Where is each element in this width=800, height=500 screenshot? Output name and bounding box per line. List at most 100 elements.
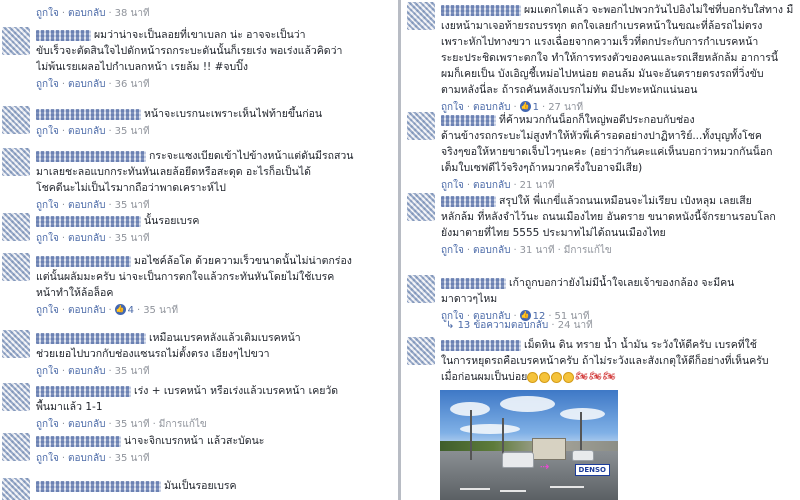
- reply-link[interactable]: ตอบกลับ: [473, 245, 510, 256]
- avatar[interactable]: [2, 383, 30, 411]
- commenter-name-blurred[interactable]: [36, 108, 141, 120]
- reaction-summary[interactable]: 👍 4: [114, 304, 134, 316]
- comment-timestamp[interactable]: 35 นาที: [115, 126, 150, 137]
- comment-timestamp[interactable]: 31 นาที: [520, 245, 555, 256]
- commenter-name-blurred[interactable]: [441, 4, 521, 16]
- like-link[interactable]: ถูกใจ: [441, 245, 464, 256]
- commenter-name-blurred[interactable]: [36, 435, 121, 447]
- dashcam-video-thumbnail[interactable]: ⇢ DENSO: [440, 390, 618, 500]
- avatar[interactable]: [2, 106, 30, 134]
- reply-link[interactable]: ตอบกลับ: [68, 419, 105, 430]
- reply-link[interactable]: ตอบกลับ: [473, 180, 510, 191]
- reply-link[interactable]: ตอบกลับ: [68, 366, 105, 377]
- comment-line: เก้าถูกบอกว่ายังไม่มีน้ำใจเลยเจ้าของกล้อ…: [441, 275, 794, 291]
- commenter-name-blurred[interactable]: [36, 255, 131, 267]
- avatar[interactable]: [2, 330, 30, 358]
- comment-line: หลักล้ม ที่หลังจำไว้นะ ถนนเมืองไทย อันตร…: [441, 209, 794, 225]
- comment-text: มาเลยชะลอแบกกระทันหันเลยล้อยีดหรือสะดุด …: [36, 166, 311, 178]
- comment-line: ระยะประชิดเพราะตกใจ ทำให้การทรงตัวของคนแ…: [441, 50, 794, 66]
- avatar[interactable]: [407, 112, 435, 140]
- comment-actions: ถูกใจ · ตอบกลับ · 31 นาที · มีการแก้ไข: [441, 243, 612, 258]
- comment-line: มาเลยชะลอแบกกระทันหันเลยล้อยีดหรือสะดุด …: [36, 164, 392, 180]
- commenter-name-blurred[interactable]: [36, 480, 161, 492]
- comment-timestamp[interactable]: 36 นาที: [115, 79, 150, 90]
- comment-timestamp[interactable]: 35 นาที: [115, 366, 150, 377]
- like-link[interactable]: ถูกใจ: [36, 453, 59, 464]
- commenter-name-blurred[interactable]: [441, 339, 521, 351]
- like-link[interactable]: ถูกใจ: [36, 8, 59, 19]
- reply-link[interactable]: ตอบกลับ: [68, 200, 105, 211]
- comment-line: มอไซค์ล้อโต ด้วยความเร็วขนาดนั้นไม่น่าตก…: [36, 253, 392, 269]
- left-comment-panel: ถูกใจ · ตอบกลับ · 38 นาที ผมว่าน่าจะเป็นลอยที…: [0, 0, 398, 500]
- laughing-emoji-icon: [539, 371, 551, 383]
- comment-body: เหมือนเบรคหลังแล้วเติมเบรคหน้า ช่วยเยอไปบ…: [36, 330, 392, 362]
- comment-text: เหมือนเบรคหลังแล้วเติมเบรคหน้า: [149, 332, 301, 344]
- reply-link[interactable]: ตอบกลับ: [68, 126, 105, 137]
- avatar[interactable]: [407, 337, 435, 365]
- comment-line: มันเป็นรอยเบรค: [36, 478, 392, 494]
- avatar[interactable]: [2, 27, 30, 55]
- avatar[interactable]: [2, 148, 30, 176]
- comment-text: เม็ดหิน ดิน ทราย น้ำ น้ำมัน ระวังให้ดีคร…: [524, 339, 757, 351]
- view-replies-link[interactable]: ↳ 13 ข้อความตอบกลับ · 24 นาที: [446, 318, 593, 333]
- commenter-name-blurred[interactable]: [36, 150, 146, 162]
- comment-text: หน้าจะเบรกนะเพราะเห็นไฟท้ายขึ้นก่อน: [144, 108, 323, 120]
- reply-link[interactable]: ตอบกลับ: [68, 8, 105, 19]
- avatar[interactable]: [407, 2, 435, 30]
- commenter-name-blurred[interactable]: [441, 277, 506, 289]
- avatar[interactable]: [407, 193, 435, 221]
- avatar[interactable]: [2, 478, 30, 500]
- reply-link[interactable]: ตอบกลับ: [68, 79, 105, 90]
- utility-pole: [470, 410, 472, 460]
- avatar[interactable]: [2, 213, 30, 241]
- commenter-name-blurred[interactable]: [36, 385, 131, 397]
- highlight-arrow-icon: ⇢: [540, 460, 550, 473]
- separator-dot: ·: [61, 419, 66, 430]
- commenter-name-blurred[interactable]: [36, 332, 146, 344]
- comment-text: กระจะแซงเบียดเข้าไปข้างหน้าแต่ดันมีรถสวน: [149, 150, 354, 162]
- comment-timestamp[interactable]: 35 นาที: [115, 233, 150, 244]
- like-link[interactable]: ถูกใจ: [36, 305, 59, 316]
- like-link[interactable]: ถูกใจ: [36, 79, 59, 90]
- avatar[interactable]: [407, 275, 435, 303]
- comment-timestamp[interactable]: 35 นาที: [115, 200, 150, 211]
- comment-line: หน้าทำให้ล้อล็อค: [36, 285, 392, 301]
- commenter-name-blurred[interactable]: [441, 114, 496, 126]
- comment-body: น่าจะจิกเบรกหน้า แล้วสะบัดนะ: [36, 433, 392, 449]
- edited-label[interactable]: มีการแก้ไข: [564, 245, 612, 256]
- separator-dot: ·: [108, 366, 112, 377]
- like-link[interactable]: ถูกใจ: [36, 126, 59, 137]
- comment-line: เร่ง + เบรคหน้า หรือเร่งแล้วเบรคหน้า เคย…: [36, 383, 392, 399]
- replies-count-label[interactable]: 13 ข้อความตอบกลับ: [458, 320, 549, 331]
- edited-label[interactable]: มีการแก้ไข: [159, 419, 207, 430]
- like-link[interactable]: ถูกใจ: [441, 180, 464, 191]
- comment-line: ผมว่าน่าจะเป็นลอยที่เขาเบลก น่ะ อาจจะเป็…: [36, 27, 392, 43]
- like-link[interactable]: ถูกใจ: [36, 366, 59, 377]
- comment-line: เงยหน้ามาเจอท้ายรถบรรทุก ตกใจเลยกำเบรคหน…: [441, 18, 794, 34]
- comment-line: เต็มใบเซฟดีไว้จริงๆถ้าหมวกครึ่งใบอาจมีเส…: [441, 160, 794, 176]
- separator-dot: ·: [108, 453, 112, 464]
- like-link[interactable]: ถูกใจ: [36, 419, 59, 430]
- commenter-name-blurred[interactable]: [36, 215, 141, 227]
- comment-text: ไม่พ้นเรยเผลอไปกำเบลกหน้า เรยล้ม !! #จบป…: [36, 61, 248, 73]
- reply-link[interactable]: ตอบกลับ: [68, 305, 105, 316]
- avatar[interactable]: [2, 253, 30, 281]
- commenter-name-blurred[interactable]: [36, 29, 91, 41]
- comment-text: หน้าทำให้ล้อล็อค: [36, 287, 114, 299]
- comment-actions: ถูกใจ · ตอบกลับ · 21 นาที: [441, 178, 555, 193]
- comment-timestamp[interactable]: 35 นาที: [143, 305, 178, 316]
- like-link[interactable]: ถูกใจ: [36, 233, 59, 244]
- comment-timestamp[interactable]: 38 นาที: [115, 8, 150, 19]
- comment-timestamp[interactable]: 35 นาที: [115, 453, 150, 464]
- comment-timestamp[interactable]: 21 นาที: [520, 180, 555, 191]
- comment-line: นั้นรอยเบรค: [36, 213, 392, 229]
- like-link[interactable]: ถูกใจ: [36, 200, 59, 211]
- separator-dot: ·: [108, 8, 112, 19]
- reply-link[interactable]: ตอบกลับ: [68, 453, 105, 464]
- comment-timestamp[interactable]: 35 นาที: [115, 419, 150, 430]
- comment-line: พื้นมาแล้ว 1-1: [36, 399, 392, 415]
- reply-link[interactable]: ตอบกลับ: [68, 233, 105, 244]
- commenter-name-blurred[interactable]: [441, 195, 496, 207]
- avatar[interactable]: [2, 433, 30, 461]
- separator-dot: ·: [557, 245, 561, 256]
